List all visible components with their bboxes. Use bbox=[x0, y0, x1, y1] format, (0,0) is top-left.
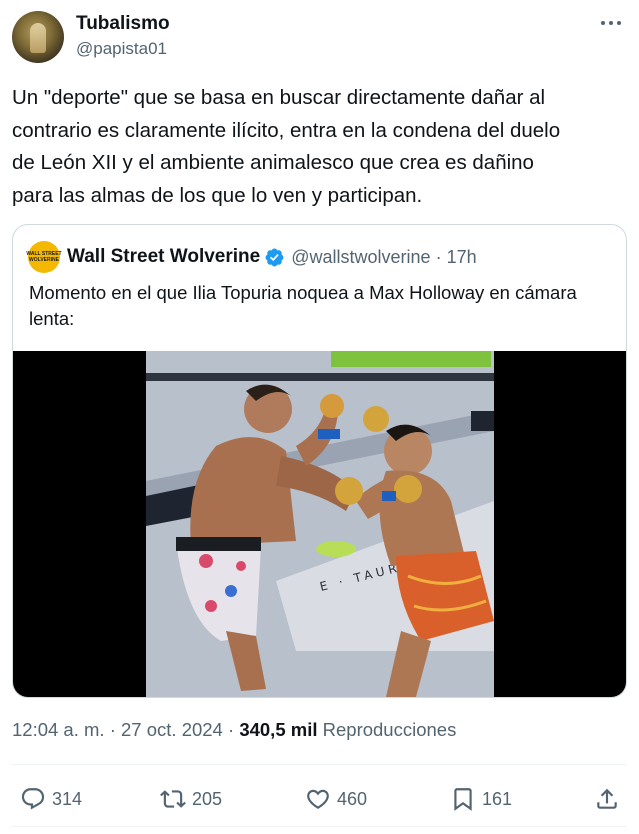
tweet-time[interactable]: 12:04 a. m. bbox=[12, 719, 105, 740]
author-avatar[interactable] bbox=[12, 11, 64, 63]
video-player[interactable]: E · TAURI bbox=[13, 351, 626, 697]
quote-header: WALL STREET WOLVERINE Wall Street Wolver… bbox=[26, 240, 477, 274]
divider-top bbox=[12, 764, 627, 765]
repost-button[interactable]: 205 bbox=[160, 776, 222, 822]
quote-avatar[interactable]: WALL STREET WOLVERINE bbox=[26, 241, 62, 273]
divider-bottom bbox=[12, 826, 627, 827]
tweet-text: Un "deporte" que se basa en buscar direc… bbox=[12, 86, 561, 207]
view-count: 340,5 mil bbox=[239, 719, 318, 740]
repost-icon bbox=[160, 790, 186, 808]
share-button[interactable] bbox=[594, 776, 620, 822]
reply-icon bbox=[21, 788, 45, 810]
video-still: E · TAURI bbox=[146, 351, 494, 697]
share-icon bbox=[597, 788, 617, 809]
tweet-meta: 12:04 a. m. · 27 oct. 2024 · 340,5 mil R… bbox=[12, 719, 456, 741]
tweet-author: Tubalismo @papista01 bbox=[12, 11, 627, 63]
quote-text: Momento en el que Ilia Topuria noquea a … bbox=[29, 282, 577, 329]
tweet-date[interactable]: 27 oct. 2024 bbox=[121, 719, 223, 740]
action-bar: 314 205 460 161 bbox=[12, 776, 627, 822]
repost-count: 205 bbox=[192, 788, 223, 809]
quoted-tweet[interactable]: WALL STREET WOLVERINE Wall Street Wolver… bbox=[12, 224, 627, 698]
quote-author-handle[interactable]: @wallstwolverine bbox=[291, 247, 430, 268]
meta-separator-2: · bbox=[228, 719, 235, 740]
bookmark-count: 161 bbox=[482, 788, 513, 809]
video-frame: E · TAURI bbox=[146, 351, 494, 697]
more-options-icon[interactable] bbox=[597, 13, 625, 33]
views-label: Reproducciones bbox=[322, 719, 457, 740]
quote-separator: · bbox=[435, 246, 442, 267]
verified-badge-icon bbox=[265, 248, 284, 266]
quote-author-name[interactable]: Wall Street Wolverine bbox=[67, 246, 260, 268]
author-handle[interactable]: @papista01 bbox=[76, 39, 167, 59]
author-name[interactable]: Tubalismo bbox=[76, 13, 170, 35]
quote-timestamp[interactable]: 17h bbox=[447, 247, 477, 268]
bookmark-button[interactable]: 161 bbox=[450, 776, 512, 822]
heart-icon bbox=[307, 789, 329, 809]
like-count: 460 bbox=[337, 788, 368, 809]
quote-avatar-text-bottom: WOLVERINE bbox=[29, 257, 59, 263]
bookmark-icon bbox=[454, 788, 472, 811]
like-button[interactable]: 460 bbox=[305, 776, 367, 822]
reply-button[interactable]: 314 bbox=[20, 776, 82, 822]
meta-separator: · bbox=[109, 719, 116, 740]
reply-count: 314 bbox=[52, 788, 83, 809]
